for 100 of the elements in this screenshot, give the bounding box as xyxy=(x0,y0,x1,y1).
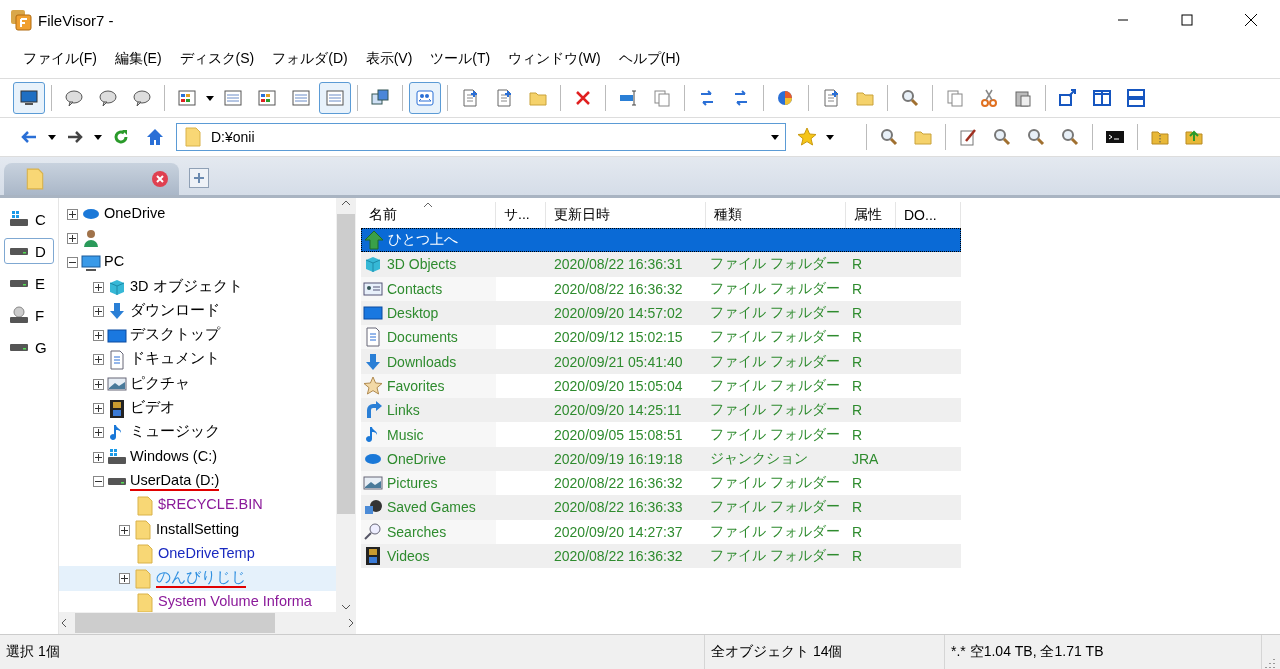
address-field[interactable]: D:¥onii xyxy=(176,123,786,151)
parent-folder-link[interactable]: ひとつ上へ xyxy=(388,231,458,250)
cube-icon xyxy=(107,277,127,298)
copy-icon xyxy=(652,88,672,108)
expand-toggle[interactable] xyxy=(93,354,104,366)
tree-item[interactable]: ミュージック xyxy=(59,420,336,445)
table-cell-text: R xyxy=(851,353,863,370)
tree-item[interactable]: ピクチャ xyxy=(59,372,336,397)
collapse-toggle[interactable] xyxy=(93,475,104,487)
expand-toggle[interactable] xyxy=(119,524,130,536)
menu-item[interactable]: ヘルプ(H) xyxy=(609,46,690,72)
tree-item[interactable]: OneDriveTemp xyxy=(59,542,336,567)
caret-icon xyxy=(48,134,56,140)
menu-item[interactable]: フォルダ(D) xyxy=(263,46,357,72)
close-icon xyxy=(1244,13,1258,27)
file-row[interactable]: Saved Games 2020/08/22 16:36:33 ファイル フォルダー R xyxy=(361,495,961,520)
table-cell-text: ジャンクション xyxy=(709,449,808,468)
table-cell-text: R xyxy=(851,499,863,516)
new-tab-button[interactable] xyxy=(189,168,209,188)
folder-icon xyxy=(183,127,203,147)
file-name[interactable]: Downloads xyxy=(387,353,457,370)
table-cell-text: 2020/09/20 14:27:37 xyxy=(553,523,683,540)
file-name[interactable]: Saved Games xyxy=(387,499,476,516)
folder-tab[interactable] xyxy=(4,163,179,195)
new-document-icon xyxy=(460,88,480,108)
new-document-icon xyxy=(821,88,841,108)
table-cell-text: R xyxy=(851,256,863,273)
table-cell-text: ファイル フォルダー xyxy=(709,304,840,323)
tree-item[interactable]: ドキュメント xyxy=(59,347,336,373)
file-row[interactable]: Links 2020/09/20 14:25:11 ファイル フォルダー R xyxy=(361,398,961,423)
table-cell-text: R xyxy=(851,475,863,492)
table-cell-text: ファイル フォルダー xyxy=(709,522,840,541)
tree-item[interactable]: ダウンロード xyxy=(59,299,336,324)
menu-item[interactable]: ファイル(F) xyxy=(14,46,106,72)
expand-toggle[interactable] xyxy=(93,427,104,439)
table-view-icon xyxy=(325,88,345,108)
tree-item[interactable]: $RECYCLE.BIN xyxy=(59,493,336,518)
plus-icon xyxy=(69,210,76,218)
cloud-icon xyxy=(364,452,382,465)
tree-item[interactable]: デスクトップ xyxy=(59,323,336,348)
tree-item[interactable]: PC xyxy=(59,250,336,275)
tree-item[interactable]: UserData (D:) xyxy=(59,469,336,494)
file-name[interactable]: Desktop xyxy=(387,305,439,322)
table-cell-text: R xyxy=(851,280,863,297)
drive-button[interactable]: D xyxy=(4,238,54,264)
tree-item[interactable]: Windows (C:) xyxy=(59,444,336,470)
file-row[interactable]: ひとつ上へ xyxy=(361,228,961,253)
maximize-icon xyxy=(1181,14,1193,26)
menu-item[interactable]: 表示(V) xyxy=(356,46,422,72)
tree-item[interactable]: System Volume Informa xyxy=(59,590,336,612)
monitor-button[interactable] xyxy=(13,82,45,114)
folder-icon xyxy=(135,544,155,565)
drive-icon xyxy=(9,246,29,256)
search-icon xyxy=(992,127,1012,147)
expand-toggle[interactable] xyxy=(93,305,104,317)
expand-toggle[interactable] xyxy=(67,232,78,244)
sort-icon xyxy=(423,202,433,208)
plus-icon xyxy=(95,307,102,315)
expand-toggle[interactable] xyxy=(93,451,104,463)
tree-item[interactable]: 3D オブジェクト xyxy=(59,274,336,300)
tree-item[interactable]: OneDrive xyxy=(59,202,336,227)
file-name[interactable]: Links xyxy=(387,402,420,419)
drive-icon xyxy=(9,342,29,352)
expand-toggle[interactable] xyxy=(119,573,130,585)
table-view-button[interactable] xyxy=(319,82,351,114)
table-cell-text: ファイル フォルダー xyxy=(709,474,840,493)
expand-toggle[interactable] xyxy=(93,403,104,414)
document-icon xyxy=(107,349,127,370)
expand-toggle[interactable] xyxy=(93,281,104,293)
file-row[interactable]: Downloads 2020/09/21 05:41:40 ファイル フォルダー R xyxy=(361,349,961,374)
expand-toggle[interactable] xyxy=(93,378,104,390)
windows-drive-icon xyxy=(9,209,29,229)
search-icon xyxy=(1060,127,1080,147)
plus-icon xyxy=(193,172,205,184)
file-name[interactable]: Videos xyxy=(387,548,430,564)
file-row[interactable]: 3D Objects 2020/08/22 16:36:31 ファイル フォルダー R xyxy=(361,252,961,277)
horizontal-scrollbar[interactable] xyxy=(59,612,356,634)
file-name[interactable]: OneDrive xyxy=(387,450,447,467)
file-name[interactable]: 3D Objects xyxy=(387,256,457,273)
menu-item[interactable]: ウィンドウ(W) xyxy=(499,46,610,72)
tree-item[interactable]: InstallSetting xyxy=(59,517,336,543)
expand-toggle[interactable] xyxy=(93,330,104,342)
expand-toggle[interactable] xyxy=(67,208,78,220)
file-name[interactable]: Music xyxy=(387,426,424,443)
collapse-toggle[interactable] xyxy=(67,257,78,269)
table-cell-text: R xyxy=(851,377,863,394)
plus-icon xyxy=(95,405,102,412)
menu-item[interactable]: ディスク(S) xyxy=(170,46,264,72)
menu-item[interactable]: ツール(T) xyxy=(421,46,500,72)
menu-item[interactable]: 編集(E) xyxy=(105,46,171,72)
tree-item[interactable]: ビデオ xyxy=(59,396,336,421)
file-row[interactable]: Videos 2020/08/22 16:36:32 ファイル フォルダー R xyxy=(361,543,961,569)
plus-icon xyxy=(95,380,102,388)
vertical-scrollbar[interactable] xyxy=(336,198,356,612)
copy-icon xyxy=(945,88,965,108)
table-cell-text: 2020/09/20 14:57:02 xyxy=(553,305,683,322)
file-row[interactable]: OneDrive 2020/09/19 16:19:18 ジャンクション JRA xyxy=(361,446,961,471)
file-row[interactable]: Desktop 2020/09/20 14:57:02 ファイル フォルダー R xyxy=(361,300,961,326)
close-icon[interactable] xyxy=(151,170,169,188)
film-icon xyxy=(363,546,383,566)
